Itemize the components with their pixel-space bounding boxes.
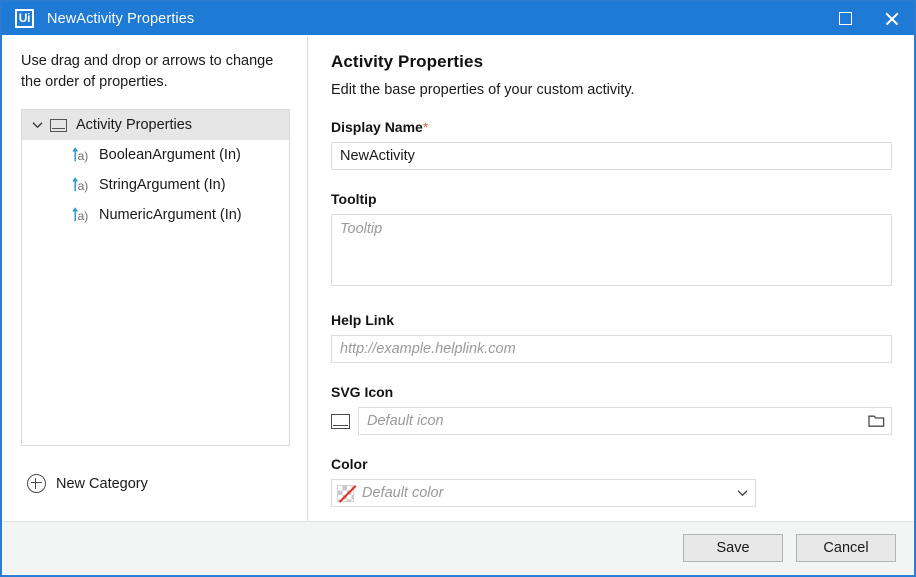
svg-icon-row xyxy=(331,407,892,435)
close-icon xyxy=(884,11,899,26)
svg-icon-label: SVG Icon xyxy=(331,384,892,400)
argument-icon: a) xyxy=(72,206,92,224)
chevron-down-icon[interactable] xyxy=(729,489,755,497)
svg-icon-field-group: SVG Icon xyxy=(331,384,892,435)
tooltip-textarea[interactable] xyxy=(331,214,892,286)
dialog-footer: Save Cancel xyxy=(2,521,914,574)
help-link-label: Help Link xyxy=(331,312,892,328)
title-bar: Ui NewActivity Properties xyxy=(2,2,914,35)
cancel-button[interactable]: Cancel xyxy=(796,534,896,562)
tree-item-label: Activity Properties xyxy=(76,117,192,133)
tree-item-label: StringArgument (In) xyxy=(99,177,226,193)
color-selected-value: Default color xyxy=(362,485,729,501)
properties-tree-panel: Use drag and drop or arrows to change th… xyxy=(2,35,307,521)
tree-item-string-argument[interactable]: a) StringArgument (In) xyxy=(22,170,289,200)
tree-item-label: BooleanArgument (In) xyxy=(99,147,241,163)
display-name-input[interactable] xyxy=(331,142,892,170)
svg-text:a): a) xyxy=(78,149,89,163)
argument-icon: a) xyxy=(72,146,92,164)
reorder-hint: Use drag and drop or arrows to change th… xyxy=(21,51,283,93)
display-name-label: Display Name* xyxy=(331,119,892,135)
svg-text:a): a) xyxy=(78,209,89,223)
tree-item-activity-properties[interactable]: Activity Properties xyxy=(22,110,289,140)
color-label: Color xyxy=(331,456,892,472)
close-button[interactable] xyxy=(868,2,914,35)
help-link-input[interactable] xyxy=(331,335,892,363)
plus-circle-icon xyxy=(27,474,46,493)
tree-item-label: NumericArgument (In) xyxy=(99,207,242,223)
display-name-field-group: Display Name* xyxy=(331,119,892,170)
window-controls xyxy=(822,2,914,35)
maximize-button[interactable] xyxy=(822,2,868,35)
window-icon xyxy=(50,119,67,132)
folder-icon[interactable] xyxy=(861,408,891,434)
required-asterisk: * xyxy=(423,119,428,135)
save-button[interactable]: Save xyxy=(683,534,783,562)
no-color-swatch-icon xyxy=(337,485,354,502)
svg-icon-input-wrapper xyxy=(358,407,892,435)
properties-tree[interactable]: Activity Properties a) BooleanArgument (… xyxy=(21,109,290,446)
tooltip-label: Tooltip xyxy=(331,191,892,207)
uipath-logo-icon: Ui xyxy=(15,9,34,28)
activity-properties-window: Ui NewActivity Properties Use drag and d… xyxy=(0,0,916,577)
chevron-down-icon[interactable] xyxy=(22,121,50,129)
tree-item-numeric-argument[interactable]: a) NumericArgument (In) xyxy=(22,200,289,230)
new-category-button[interactable]: New Category xyxy=(27,474,148,493)
dialog-body: Use drag and drop or arrows to change th… xyxy=(2,35,914,521)
argument-icon: a) xyxy=(72,176,92,194)
window-title: NewActivity Properties xyxy=(47,11,194,27)
window-icon xyxy=(331,414,350,429)
display-name-label-text: Display Name xyxy=(331,119,423,135)
page-subtitle: Edit the base properties of your custom … xyxy=(331,82,892,98)
color-field-group: Color Default color xyxy=(331,456,892,507)
help-link-field-group: Help Link xyxy=(331,312,892,363)
page-title: Activity Properties xyxy=(331,52,892,72)
maximize-icon xyxy=(839,12,852,25)
activity-properties-form: Activity Properties Edit the base proper… xyxy=(308,35,914,521)
svg-text:a): a) xyxy=(78,179,89,193)
svg-icon-input[interactable] xyxy=(359,408,861,434)
tooltip-field-group: Tooltip xyxy=(331,191,892,291)
color-select[interactable]: Default color xyxy=(331,479,756,507)
tree-item-boolean-argument[interactable]: a) BooleanArgument (In) xyxy=(22,140,289,170)
new-category-label: New Category xyxy=(56,476,148,492)
